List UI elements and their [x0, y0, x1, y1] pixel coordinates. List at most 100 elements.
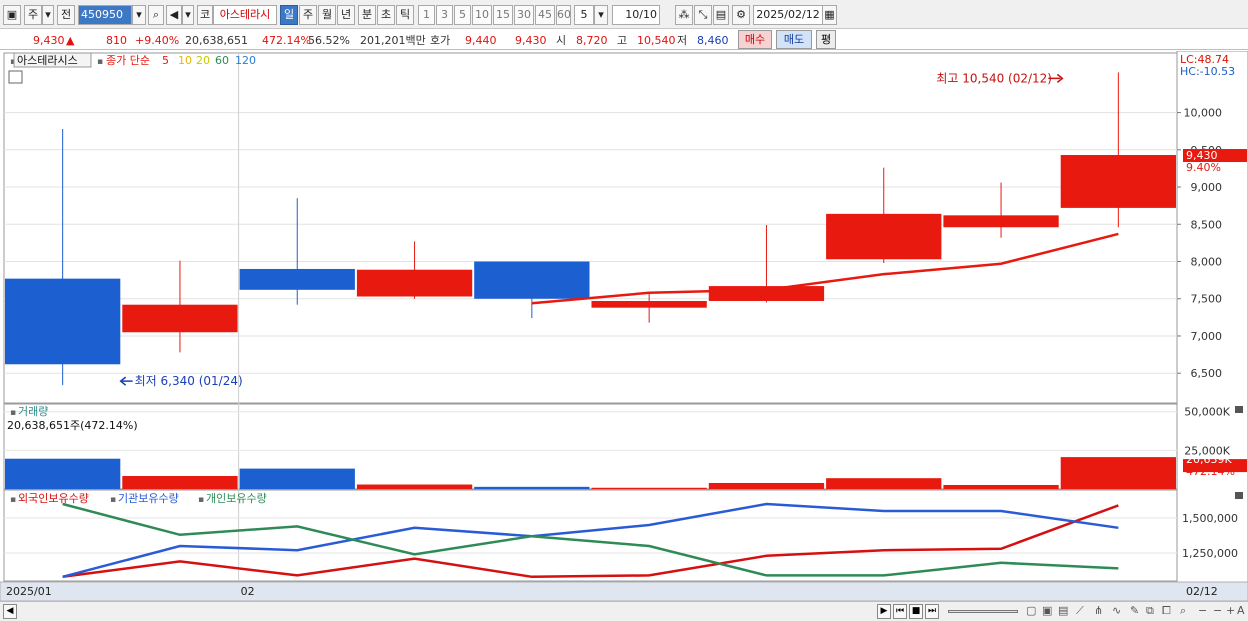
- high-price: 10,540: [637, 34, 676, 47]
- volume-bar[interactable]: [591, 487, 707, 489]
- tab-period-week[interactable]: 주: [299, 5, 317, 25]
- stop-icon[interactable]: ■: [909, 604, 923, 619]
- candle-body[interactable]: [1060, 155, 1176, 208]
- interval-3[interactable]: 3: [436, 5, 453, 25]
- window-menu-icon[interactable]: ▣: [3, 5, 21, 25]
- candle-body[interactable]: [122, 304, 238, 333]
- holdings-close-icon[interactable]: [1235, 492, 1243, 499]
- candle-body[interactable]: [474, 261, 590, 299]
- volume-bar[interactable]: [356, 484, 473, 489]
- calendar-icon[interactable]: ▦: [822, 5, 837, 25]
- volume-legend-bullet: ▪: [10, 408, 16, 418]
- search-icon[interactable]: ⌕: [148, 5, 164, 25]
- candle-body[interactable]: [356, 269, 473, 297]
- volume-bar[interactable]: [708, 482, 825, 489]
- price-tick-label: 9,000: [1191, 181, 1223, 194]
- layout-grid-icon[interactable]: ▤: [1058, 604, 1068, 617]
- volume-close-icon[interactable]: [1235, 406, 1243, 413]
- candle-body[interactable]: [591, 300, 707, 308]
- code-tag[interactable]: 코: [197, 5, 213, 25]
- interval-30[interactable]: 30: [514, 5, 534, 25]
- holdings-legend-label: 기관보유수량: [118, 492, 179, 505]
- volume-bar[interactable]: [943, 484, 1059, 489]
- trendline-icon[interactable]: ⟋: [1076, 604, 1084, 618]
- table-icon[interactable]: [8, 70, 23, 84]
- volume-bar[interactable]: [122, 476, 238, 489]
- interval-value-field[interactable]: 5: [574, 5, 594, 25]
- volume-bar[interactable]: [239, 468, 355, 489]
- tab-period-minute[interactable]: 분: [358, 5, 376, 25]
- zoom-out-icon[interactable]: −: [1198, 604, 1207, 617]
- scroll-right-icon[interactable]: ▶: [877, 604, 891, 619]
- hc-label: HC:-10.53: [1180, 65, 1235, 78]
- layout-single-icon[interactable]: ▢: [1026, 604, 1036, 617]
- speaker-icon[interactable]: ◀: [166, 5, 182, 25]
- crosshair-icon[interactable]: ⤡: [694, 5, 712, 25]
- last-volume-pct: 472.14%: [1186, 465, 1235, 478]
- volume-bar[interactable]: [826, 478, 942, 489]
- save-icon[interactable]: ▤: [713, 5, 729, 25]
- tab-period-second[interactable]: 초: [377, 5, 395, 25]
- wave-icon[interactable]: ∿: [1112, 604, 1121, 617]
- speaker-dropdown-icon[interactable]: ▾: [182, 5, 194, 25]
- candle-body[interactable]: [239, 268, 355, 290]
- volume-bar[interactable]: [5, 458, 121, 489]
- stock-name-field[interactable]: 아스테라시: [213, 5, 277, 25]
- layout-split-icon[interactable]: ▣: [1042, 604, 1052, 617]
- zoom-slider[interactable]: [948, 610, 1018, 613]
- interval-60[interactable]: 60: [556, 5, 571, 25]
- interval-45[interactable]: 45: [535, 5, 555, 25]
- tab-period-month[interactable]: 월: [318, 5, 336, 25]
- date-input[interactable]: 2025/02/12: [753, 5, 823, 25]
- candle-body[interactable]: [708, 286, 825, 301]
- x-axis-end-label: 02/12: [1186, 585, 1218, 598]
- zoom-icon[interactable]: ⌕: [1180, 604, 1186, 618]
- holdings-legend-bullet: ▪: [10, 495, 16, 505]
- chart-area[interactable]: 10,0009,5009,0008,5008,0007,5007,0006,50…: [0, 51, 1248, 601]
- pen-icon[interactable]: ✎: [1130, 604, 1139, 617]
- fork-icon[interactable]: ⋔: [1094, 604, 1103, 617]
- duplicate-icon[interactable]: ⧠: [1162, 604, 1171, 618]
- y-axis-panel: [1176, 51, 1248, 583]
- gear-icon[interactable]: ⚙: [732, 5, 750, 25]
- plus-icon[interactable]: +: [1226, 604, 1235, 617]
- tab-period-tick[interactable]: 틱: [396, 5, 414, 25]
- period-week-select[interactable]: 주: [24, 5, 42, 25]
- scroll-left-icon[interactable]: ◀: [3, 604, 17, 619]
- tab-period-year[interactable]: 년: [337, 5, 355, 25]
- interval-5[interactable]: 5: [454, 5, 471, 25]
- copy-icon[interactable]: ⧉: [1146, 604, 1154, 618]
- volume-ratio: 472.14%: [262, 34, 311, 47]
- hoga-label: 호가: [430, 34, 451, 47]
- interval-10[interactable]: 10: [472, 5, 492, 25]
- ask-price: 9,440: [465, 34, 497, 47]
- interval-dropdown-icon[interactable]: ▾: [594, 5, 608, 25]
- volume-bar[interactable]: [474, 486, 590, 489]
- prev-button[interactable]: 전: [57, 5, 75, 25]
- price-tick-label: 8,000: [1191, 256, 1223, 269]
- page-counter-field[interactable]: 10/10: [612, 5, 660, 25]
- price-tick-label: 7,500: [1191, 293, 1223, 306]
- font-size-icon[interactable]: A: [1237, 604, 1245, 617]
- high-label: 고: [617, 34, 628, 47]
- candle-body[interactable]: [5, 278, 121, 365]
- candle-body[interactable]: [943, 215, 1059, 228]
- volume-bar[interactable]: [1060, 457, 1176, 489]
- interval-1[interactable]: 1: [418, 5, 435, 25]
- stock-code-input[interactable]: 450950: [78, 5, 132, 25]
- pattern-icon[interactable]: ⁂: [675, 5, 693, 25]
- volume-title: 거래량: [18, 405, 48, 418]
- sell-button[interactable]: 매도: [776, 30, 812, 49]
- code-dropdown-icon[interactable]: ▾: [132, 5, 146, 25]
- minus-icon[interactable]: −: [1213, 604, 1222, 617]
- evaluate-button[interactable]: 평: [816, 30, 836, 49]
- price-tick-label: 6,500: [1191, 367, 1223, 380]
- low-marker-label: 최저 6,340 (01/24): [135, 374, 243, 388]
- interval-15[interactable]: 15: [493, 5, 513, 25]
- chevron-down-icon[interactable]: ▾: [42, 5, 54, 25]
- tab-period-day[interactable]: 일: [280, 5, 298, 25]
- candle-body[interactable]: [826, 213, 942, 260]
- buy-button[interactable]: 매수: [738, 30, 772, 49]
- last-page-icon[interactable]: ⏭: [925, 604, 939, 619]
- first-page-icon[interactable]: ⏮: [893, 604, 907, 619]
